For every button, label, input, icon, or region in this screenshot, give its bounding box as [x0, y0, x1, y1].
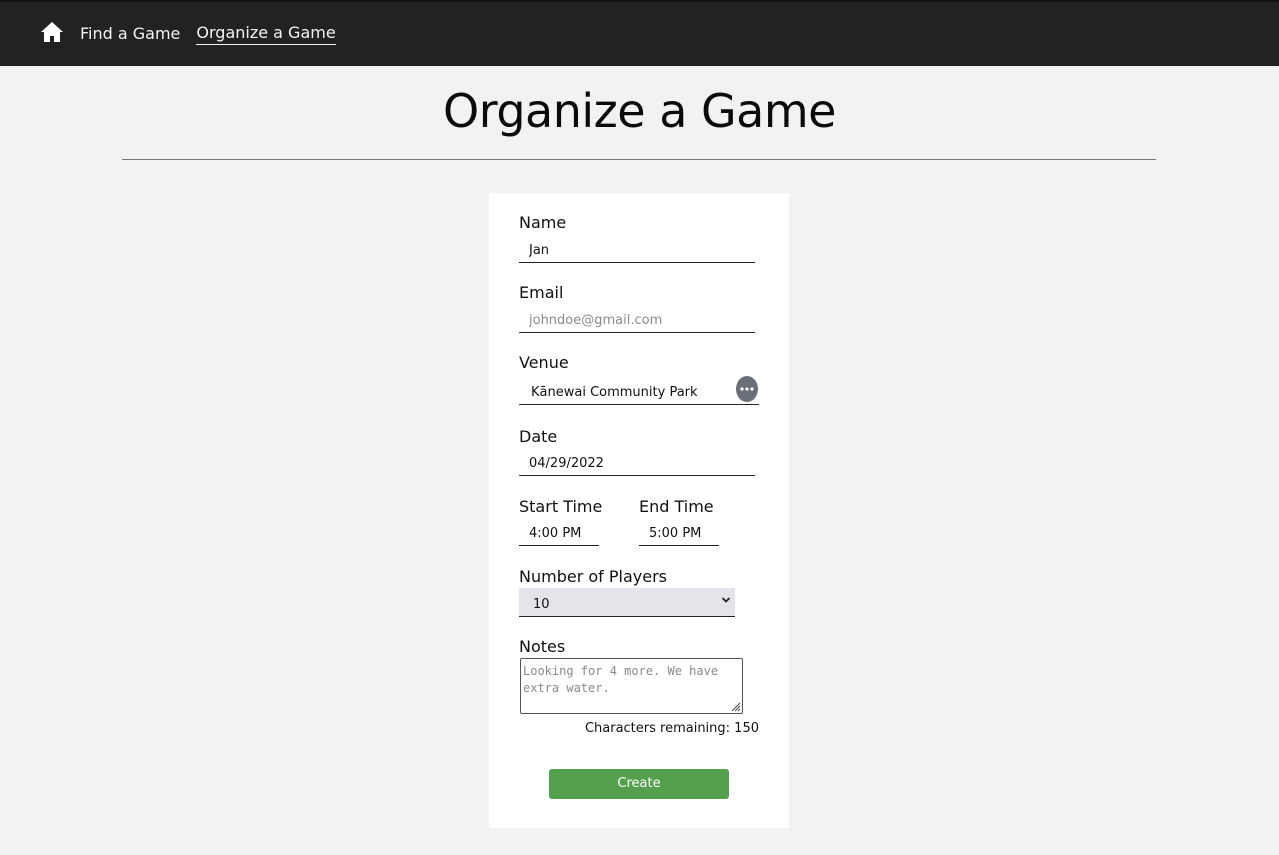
- date-label: Date: [519, 427, 558, 446]
- start-time-input[interactable]: [519, 522, 599, 546]
- players-label: Number of Players: [519, 567, 667, 586]
- notes-label: Notes: [519, 637, 566, 656]
- venue-input[interactable]: [519, 381, 759, 405]
- players-select[interactable]: 10: [519, 588, 735, 617]
- date-input[interactable]: [519, 452, 755, 476]
- email-input[interactable]: [519, 309, 755, 333]
- players-selected-value: 10: [533, 597, 550, 612]
- characters-remaining: Characters remaining: 150: [584, 721, 759, 736]
- start-time-label: Start Time: [519, 497, 603, 516]
- chevron-down-icon: [721, 597, 731, 603]
- notes-placeholder: Looking for 4 more. We have extra water.: [523, 664, 719, 695]
- email-label: Email: [519, 283, 564, 302]
- create-button[interactable]: Create: [549, 769, 729, 799]
- venue-label: Venue: [519, 353, 569, 372]
- nav-link-find-a-game[interactable]: Find a Game: [80, 24, 180, 45]
- name-label: Name: [519, 213, 567, 232]
- title-divider: [122, 159, 1156, 160]
- notes-textarea[interactable]: Looking for 4 more. We have extra water.: [520, 658, 743, 714]
- venue-more-button[interactable]: [736, 376, 758, 402]
- resize-grip-icon[interactable]: [731, 702, 741, 712]
- nav-link-organize-a-game[interactable]: Organize a Game: [196, 23, 336, 45]
- organize-game-form: Name Email Venue Date Start Time End Tim…: [489, 193, 789, 828]
- ellipsis-icon: [740, 387, 754, 391]
- name-input[interactable]: [519, 239, 755, 263]
- end-time-label: End Time: [639, 497, 714, 516]
- end-time-input[interactable]: [639, 522, 719, 546]
- page-title: Organize a Game: [443, 84, 836, 138]
- top-navbar: Find a Game Organize a Game: [0, 0, 1279, 66]
- home-icon[interactable]: [40, 21, 64, 43]
